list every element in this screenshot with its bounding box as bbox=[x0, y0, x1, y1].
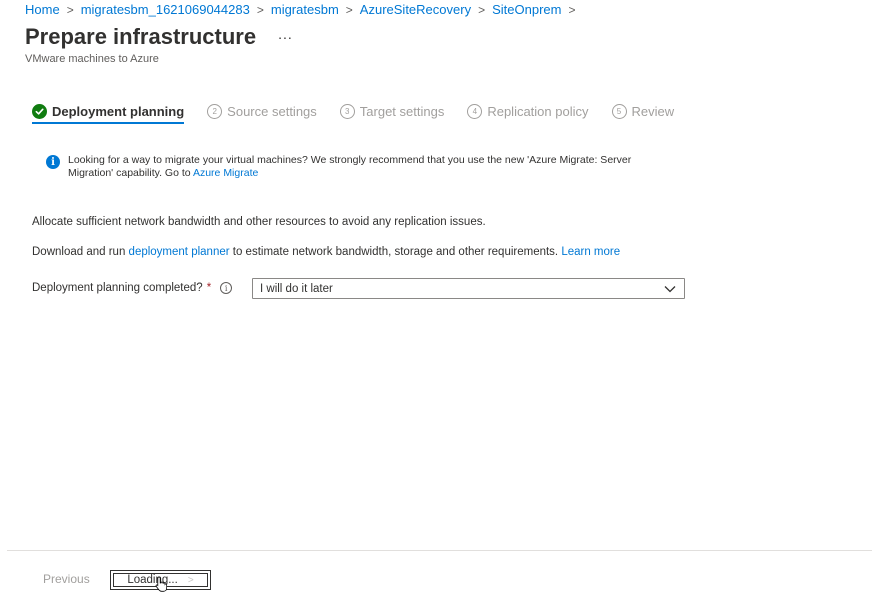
deployment-planning-dropdown[interactable]: I will do it later bbox=[252, 278, 685, 299]
azure-migrate-link[interactable]: Azure Migrate bbox=[193, 167, 258, 179]
page-subtitle: VMware machines to Azure bbox=[25, 53, 159, 65]
checkmark-circle-icon bbox=[32, 103, 47, 119]
title-row: Prepare infrastructure ... bbox=[25, 24, 293, 50]
step-deployment-planning[interactable]: Deployment planning bbox=[32, 99, 185, 124]
breadcrumb-separator: > bbox=[345, 2, 353, 17]
step-label: Source settings bbox=[227, 103, 317, 119]
breadcrumb-separator: > bbox=[478, 2, 486, 17]
step-number-icon: 2 bbox=[207, 103, 223, 119]
info-circle-icon[interactable]: i bbox=[220, 282, 233, 294]
step-source-settings[interactable]: 2 Source settings bbox=[207, 99, 317, 123]
breadcrumb-separator: > bbox=[66, 2, 74, 17]
step-label: Replication policy bbox=[487, 103, 589, 119]
info-message: Looking for a way to migrate your virtua… bbox=[68, 154, 632, 179]
planner-text-prefix: Download and run bbox=[32, 246, 129, 258]
bandwidth-note: Allocate sufficient network bandwidth an… bbox=[32, 216, 486, 228]
step-target-settings[interactable]: 3 Target settings bbox=[339, 99, 445, 123]
breadcrumb-project[interactable]: migratesbm bbox=[271, 2, 339, 17]
step-number-icon: 5 bbox=[611, 103, 627, 119]
breadcrumb-site[interactable]: SiteOnprem bbox=[492, 2, 561, 17]
deployment-planning-label: Deployment planning completed? * i bbox=[32, 282, 233, 294]
step-review[interactable]: 5 Review bbox=[611, 99, 675, 123]
learn-more-link[interactable]: Learn more bbox=[561, 246, 620, 258]
dropdown-selected-value: I will do it later bbox=[260, 282, 333, 295]
hand-pointer-icon bbox=[155, 576, 167, 592]
page-title: Prepare infrastructure bbox=[25, 24, 257, 49]
step-replication-policy[interactable]: 4 Replication policy bbox=[467, 99, 589, 123]
step-number-icon: 3 bbox=[339, 103, 355, 119]
breadcrumb-separator: > bbox=[256, 2, 264, 17]
prepare-infrastructure-page: Home > migratesbm_1621069044283 > migrat… bbox=[0, 0, 872, 596]
step-label: Target settings bbox=[359, 103, 445, 119]
deployment-planner-link[interactable]: deployment planner bbox=[129, 246, 230, 258]
deployment-planner-note: Download and run deployment planner to e… bbox=[32, 246, 620, 258]
chevron-down-icon bbox=[664, 285, 676, 292]
step-label: Deployment planning bbox=[52, 103, 185, 119]
breadcrumb-home[interactable]: Home bbox=[25, 2, 60, 17]
next-button-label: Loading... bbox=[127, 574, 178, 586]
info-icon: i bbox=[46, 155, 60, 169]
breadcrumb: Home > migratesbm_1621069044283 > migrat… bbox=[25, 2, 582, 17]
breadcrumb-site-recovery[interactable]: AzureSiteRecovery bbox=[360, 2, 471, 17]
step-label: Review bbox=[631, 103, 675, 119]
field-label-text: Deployment planning completed? bbox=[32, 282, 203, 294]
step-number-icon: 4 bbox=[467, 103, 483, 119]
previous-button[interactable]: Previous bbox=[43, 572, 90, 586]
required-marker: * bbox=[206, 282, 212, 294]
info-text: Looking for a way to migrate your virtua… bbox=[68, 154, 646, 180]
info-banner: i Looking for a way to migrate your virt… bbox=[46, 154, 646, 180]
more-options-button[interactable]: ... bbox=[278, 27, 293, 47]
footer-divider bbox=[7, 550, 872, 551]
chevron-right-icon: > bbox=[187, 574, 194, 586]
breadcrumb-separator: > bbox=[568, 2, 576, 17]
planner-text-middle: to estimate network bandwidth, storage a… bbox=[229, 246, 562, 258]
breadcrumb-resource-group[interactable]: migratesbm_1621069044283 bbox=[81, 2, 250, 17]
wizard-steps: Deployment planning 2 Source settings 3 … bbox=[32, 99, 697, 124]
